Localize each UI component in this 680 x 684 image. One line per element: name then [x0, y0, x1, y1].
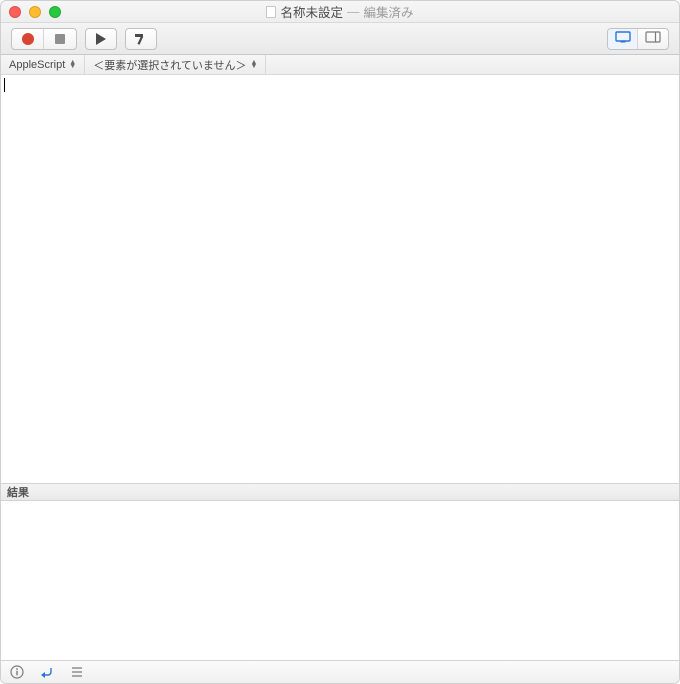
toolbar [1, 23, 679, 55]
results-header[interactable]: 結果 [1, 483, 679, 501]
view-mode-group [607, 28, 669, 50]
element-selector[interactable]: ＜要素が選択されていません＞ ▲▼ [85, 55, 266, 74]
run-button[interactable] [85, 28, 117, 50]
panel-icon [645, 31, 661, 46]
list-icon [71, 666, 83, 678]
record-icon [22, 33, 34, 45]
language-selector[interactable]: AppleScript ▲▼ [1, 55, 85, 74]
record-button[interactable] [12, 29, 44, 49]
view-standard-button[interactable] [608, 29, 638, 49]
display-icon [615, 31, 631, 46]
record-stop-group [11, 28, 77, 50]
description-tab-button[interactable] [9, 664, 25, 680]
minimize-window-button[interactable] [29, 6, 41, 18]
title-separator: — [347, 5, 360, 19]
hammer-icon [134, 32, 148, 46]
window-controls [9, 6, 61, 18]
reply-arrow-icon [40, 665, 54, 679]
info-icon [10, 665, 24, 679]
element-selector-label: ＜要素が選択されていません＞ [93, 57, 246, 73]
stop-button[interactable] [44, 29, 76, 49]
result-tab-button[interactable] [39, 664, 55, 680]
compile-button[interactable] [125, 28, 157, 50]
stop-icon [55, 34, 65, 44]
navigation-bar: AppleScript ▲▼ ＜要素が選択されていません＞ ▲▼ [1, 55, 679, 75]
view-accessory-button[interactable] [638, 29, 668, 49]
results-header-label: 結果 [7, 484, 29, 500]
play-icon [96, 33, 106, 45]
chevron-updown-icon: ▲▼ [251, 61, 258, 69]
script-editor-area[interactable] [1, 75, 679, 483]
document-proxy-icon [266, 6, 276, 18]
text-caret [4, 78, 5, 92]
titlebar[interactable]: 名称未設定 — 編集済み [1, 1, 679, 23]
document-title[interactable]: 名称未設定 [280, 2, 343, 21]
document-edited-label: 編集済み [364, 2, 414, 21]
window-title: 名称未設定 — 編集済み [1, 2, 679, 21]
log-tab-button[interactable] [69, 664, 85, 680]
close-window-button[interactable] [9, 6, 21, 18]
zoom-window-button[interactable] [49, 6, 61, 18]
script-editor-window: 名称未設定 — 編集済み [0, 0, 680, 684]
chevron-updown-icon: ▲▼ [69, 61, 76, 69]
results-area[interactable] [1, 501, 679, 661]
language-label: AppleScript [9, 59, 65, 71]
status-bar [1, 661, 679, 683]
